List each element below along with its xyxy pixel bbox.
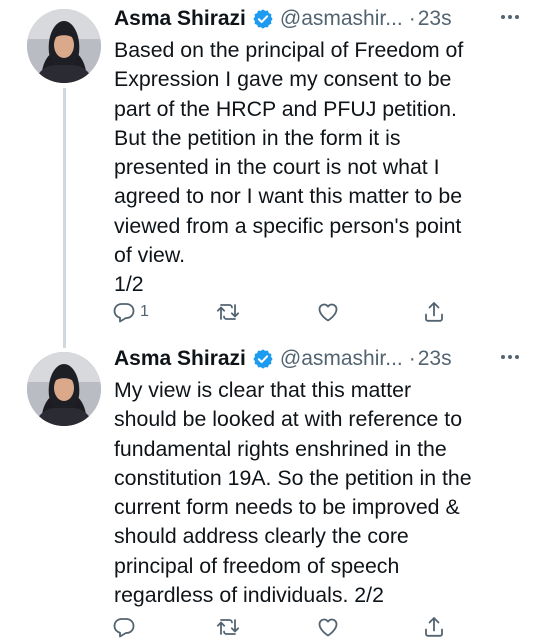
tweet-text-line: should be looked at with reference to bbox=[114, 407, 463, 432]
heart-icon bbox=[318, 618, 338, 637]
tweet-text: My view is clear that this matter should… bbox=[114, 376, 524, 610]
timestamp[interactable]: 23s bbox=[418, 7, 452, 31]
tweet-text-line: of view. bbox=[114, 243, 186, 268]
tweet-text-line: fundamental rights enshrined in the bbox=[114, 436, 447, 461]
separator-dot: · bbox=[408, 7, 416, 30]
author-name[interactable]: Asma Shirazi bbox=[114, 7, 246, 31]
reply-icon bbox=[113, 303, 135, 323]
timestamp[interactable]: 23s bbox=[418, 347, 452, 371]
retweet-icon bbox=[216, 619, 240, 635]
more-options-icon[interactable] bbox=[498, 6, 522, 28]
author-handle[interactable]: @asmashir... bbox=[280, 347, 403, 371]
more-options-icon[interactable] bbox=[498, 346, 522, 368]
tweet-text-line: presented in the court is not what I bbox=[114, 155, 440, 180]
avatar-image bbox=[27, 352, 101, 426]
share-icon bbox=[425, 617, 443, 637]
author-handle[interactable]: @asmashir... bbox=[280, 7, 403, 31]
like-button[interactable] bbox=[316, 297, 340, 327]
reply-button[interactable] bbox=[112, 612, 140, 642]
reply-count: 1 bbox=[140, 303, 149, 320]
tweet[interactable]: Asma Shirazi @asmashir... · 23s My view … bbox=[0, 340, 539, 640]
tweet-text-line: agreed to nor I want this matter to be bbox=[114, 184, 463, 209]
verified-badge-icon bbox=[252, 8, 274, 30]
tweet-text-line: current form needs to be improved & bbox=[114, 495, 460, 520]
tweet-text-line: constitution 19A. So the petition in the bbox=[114, 465, 472, 490]
avatar[interactable] bbox=[27, 352, 101, 426]
verified-badge-icon bbox=[252, 348, 274, 370]
tweet[interactable]: Asma Shirazi @asmashir... · 23s Based on… bbox=[0, 0, 539, 340]
tweet-header: Asma Shirazi @asmashir... · 23s bbox=[114, 344, 524, 374]
author-name[interactable]: Asma Shirazi bbox=[114, 347, 246, 371]
tweet-text-line: But the petition in the form it is bbox=[114, 125, 401, 150]
share-icon bbox=[425, 302, 443, 322]
avatar-image bbox=[27, 9, 101, 83]
tweet-text-line: part of the HRCP and PFUJ petition. bbox=[114, 96, 457, 121]
tweet-text-line: My view is clear that this matter bbox=[114, 378, 412, 402]
tweet-header: Asma Shirazi @asmashir... · 23s bbox=[114, 4, 524, 34]
tweet-text-line: viewed from a specific person's point bbox=[114, 213, 462, 238]
share-button[interactable] bbox=[422, 612, 446, 642]
tweet-text: Based on the principal of Freedom of Exp… bbox=[114, 36, 524, 300]
tweet-text-line: Based on the principal of Freedom of bbox=[114, 38, 464, 62]
tweet-text-line: 1/2 bbox=[114, 272, 144, 297]
separator-dot: · bbox=[408, 347, 416, 370]
avatar[interactable] bbox=[27, 9, 101, 83]
heart-icon bbox=[318, 303, 338, 322]
tweet-actions bbox=[108, 612, 528, 642]
reply-icon bbox=[113, 618, 135, 638]
tweet-text-line: should address clearly the core bbox=[114, 524, 409, 549]
tweet-text-line: principal of freedom of speech bbox=[114, 553, 400, 578]
retweet-icon bbox=[216, 300, 240, 324]
retweet-button[interactable] bbox=[216, 297, 240, 327]
share-button[interactable] bbox=[422, 297, 446, 327]
like-button[interactable] bbox=[316, 612, 340, 642]
tweet-text-line: Expression I gave my consent to be bbox=[114, 67, 452, 92]
tweet-text-line: regardless of individuals. 2/2 bbox=[114, 583, 384, 608]
retweet-button[interactable] bbox=[216, 612, 240, 642]
reply-button[interactable]: 1 bbox=[112, 297, 149, 327]
tweet-actions: 1 bbox=[108, 297, 528, 327]
